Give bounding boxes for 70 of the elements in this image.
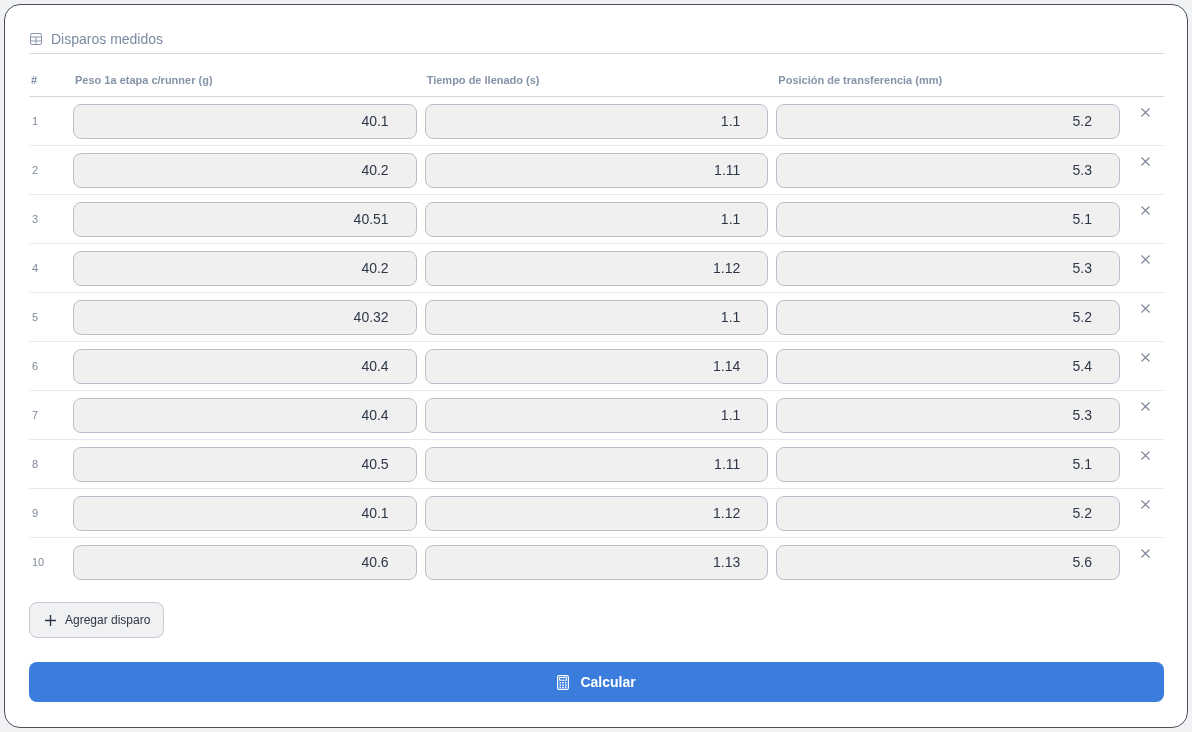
close-icon [1141, 255, 1151, 264]
input-field[interactable]: 5.4 [776, 348, 1120, 384]
close-icon [1141, 304, 1151, 313]
calculator-icon [557, 674, 570, 690]
close-icon [1141, 108, 1151, 117]
remove-row-button[interactable] [1141, 402, 1151, 411]
input-field[interactable]: 1.12 [424, 250, 769, 286]
input-field[interactable]: 40.2 [73, 250, 417, 286]
input-field[interactable]: 40.32 [73, 299, 417, 335]
input-field[interactable]: 40.4 [73, 348, 417, 384]
plus-icon [45, 614, 56, 626]
input-field[interactable]: 1.14 [424, 348, 769, 384]
input-field[interactable]: 5.2 [776, 103, 1120, 139]
column-header: Peso 1a etapa c/runner (g) [74, 73, 214, 87]
input-field[interactable]: 1.12 [424, 495, 769, 531]
input-field[interactable]: 40.5 [73, 446, 417, 482]
input-field[interactable]: 40.4 [73, 397, 417, 433]
remove-row-button[interactable] [1141, 451, 1151, 460]
input-field[interactable]: 40.2 [73, 152, 417, 188]
input-field[interactable]: 5.2 [776, 299, 1120, 335]
row-number: 4 [31, 262, 40, 274]
remove-row-button[interactable] [1141, 500, 1151, 509]
input-field[interactable]: 1.1 [424, 103, 769, 139]
row-number: 1 [31, 115, 40, 127]
close-icon [1141, 549, 1151, 558]
row-number: 9 [31, 507, 40, 519]
input-field[interactable]: 5.6 [776, 544, 1120, 580]
column-header: Posición de transferencia (mm) [777, 73, 944, 87]
add-shot-button[interactable]: Agregar disparo [29, 602, 165, 638]
input-field[interactable]: 5.3 [776, 397, 1120, 433]
close-icon [1141, 402, 1151, 411]
close-icon [1141, 353, 1151, 362]
row-number: 10 [31, 556, 46, 568]
remove-row-button[interactable] [1141, 157, 1151, 166]
input-field[interactable]: 5.1 [776, 446, 1120, 482]
input-field[interactable]: 1.11 [424, 152, 769, 188]
calculate-button[interactable]: Calcular [29, 662, 1164, 702]
close-icon [1141, 451, 1151, 460]
input-field[interactable]: 1.13 [424, 544, 769, 580]
remove-row-button[interactable] [1141, 549, 1151, 558]
input-field[interactable]: 1.1 [424, 299, 769, 335]
remove-row-button[interactable] [1141, 353, 1151, 362]
column-header: # [30, 73, 39, 87]
input-field[interactable]: 40.51 [73, 201, 417, 237]
input-field[interactable]: 1.1 [424, 201, 769, 237]
section-title: Disparos medidos [51, 31, 164, 47]
input-field[interactable]: 40.6 [73, 544, 417, 580]
close-icon [1141, 206, 1151, 215]
row-number: 7 [31, 409, 40, 421]
input-field[interactable]: 1.1 [424, 397, 769, 433]
column-header: Tiempo de llenado (s) [425, 73, 541, 87]
input-field[interactable]: 40.1 [73, 495, 417, 531]
table-icon [30, 33, 42, 45]
remove-row-button[interactable] [1141, 304, 1151, 313]
close-icon [1141, 157, 1151, 166]
input-field[interactable]: 40.1 [73, 103, 417, 139]
remove-row-button[interactable] [1141, 255, 1151, 264]
close-icon [1141, 500, 1151, 509]
row-number: 5 [31, 311, 40, 323]
remove-row-button[interactable] [1141, 206, 1151, 215]
row-number: 8 [31, 458, 40, 470]
input-field[interactable]: 5.3 [776, 250, 1120, 286]
input-field[interactable]: 5.1 [776, 201, 1120, 237]
row-number: 6 [31, 360, 40, 372]
input-field[interactable]: 5.3 [776, 152, 1120, 188]
row-number: 2 [31, 164, 40, 176]
input-field[interactable]: 5.2 [776, 495, 1120, 531]
input-field[interactable]: 1.11 [424, 446, 769, 482]
row-number: 3 [31, 213, 40, 225]
remove-row-button[interactable] [1141, 108, 1151, 117]
